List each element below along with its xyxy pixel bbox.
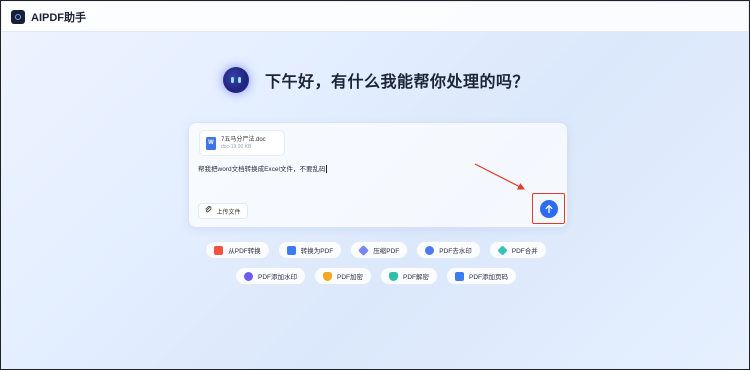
chat-input-card: W 7五马分尸法.doc doc-19.00 KB 帮我把word文档转换成Ex… xyxy=(188,122,568,228)
send-button[interactable] xyxy=(540,200,558,218)
chip-label: 从PDF转换 xyxy=(228,248,261,255)
chip-label: PDF添加水印 xyxy=(258,274,297,281)
paperclip-icon xyxy=(205,206,212,216)
text-caret xyxy=(326,165,328,174)
greeting-row: 下午好，有什么我能帮你处理的吗？ xyxy=(1,67,749,93)
chip-label: PDF解密 xyxy=(403,274,429,281)
pdf-convert-icon xyxy=(214,245,224,255)
remove-watermark-icon xyxy=(425,245,435,255)
app-title: AIPDF助手 xyxy=(31,11,86,24)
quick-action-add-watermark[interactable]: PDF添加水印 xyxy=(235,267,306,285)
prompt-input[interactable]: 帮我把word文档转换成Excel文件，不要乱码 xyxy=(198,163,328,174)
page-number-icon xyxy=(455,271,464,281)
app-window: AIPDF助手 下午好，有什么我能帮你处理的吗？ W 7五马分尸法.doc do… xyxy=(0,0,750,370)
to-pdf-icon xyxy=(286,245,296,255)
app-logo-icon xyxy=(11,9,25,24)
compress-icon xyxy=(358,244,370,256)
quick-action-pdf-convert[interactable]: 从PDF转换 xyxy=(205,241,270,259)
greeting-text: 下午好，有什么我能帮你处理的吗？ xyxy=(264,72,529,91)
assistant-avatar-icon xyxy=(222,67,249,93)
quick-action-remove-watermark[interactable]: PDF去水印 xyxy=(416,241,481,259)
prompt-value: 帮我把word文档转换成Excel文件，不要乱码 xyxy=(198,166,326,173)
attachment-name: 7五马分尸法.doc xyxy=(221,136,266,143)
merge-icon xyxy=(497,244,508,256)
quick-action-decrypt[interactable]: PDF解密 xyxy=(380,267,438,285)
upload-file-button[interactable]: 上传文件 xyxy=(198,203,248,219)
quick-actions-row-1: 从PDF转换 转换为PDF 压缩PDF PDF去水印 PDF合并 xyxy=(1,241,749,259)
quick-action-encrypt[interactable]: PDF加密 xyxy=(314,267,372,285)
chip-label: PDF去水印 xyxy=(439,248,472,255)
chip-label: PDF添加页码 xyxy=(469,274,508,281)
quick-action-to-pdf[interactable]: 转换为PDF xyxy=(277,241,343,259)
chip-label: PDF加密 xyxy=(337,274,363,281)
top-bar: AIPDF助手 xyxy=(2,2,748,32)
arrow-up-icon xyxy=(545,204,553,214)
quick-action-page-number[interactable]: PDF添加页码 xyxy=(446,267,517,285)
encrypt-icon xyxy=(323,271,332,281)
chip-label: PDF合并 xyxy=(511,248,538,255)
quick-action-merge[interactable]: PDF合并 xyxy=(488,241,547,259)
upload-file-label: 上传文件 xyxy=(216,209,241,216)
chip-label: 转换为PDF xyxy=(300,248,334,255)
quick-actions-row-2: PDF添加水印 PDF加密 PDF解密 PDF添加页码 xyxy=(1,267,749,285)
word-file-icon: W xyxy=(206,136,216,150)
attachment-chip[interactable]: W 7五马分尸法.doc doc-19.00 KB xyxy=(199,130,285,156)
attachment-size: doc-19.00 KB xyxy=(221,143,252,150)
decrypt-icon xyxy=(389,271,398,281)
quick-action-compress[interactable]: 压缩PDF xyxy=(350,241,409,259)
chip-label: 压缩PDF xyxy=(373,248,400,255)
add-watermark-icon xyxy=(244,271,253,281)
